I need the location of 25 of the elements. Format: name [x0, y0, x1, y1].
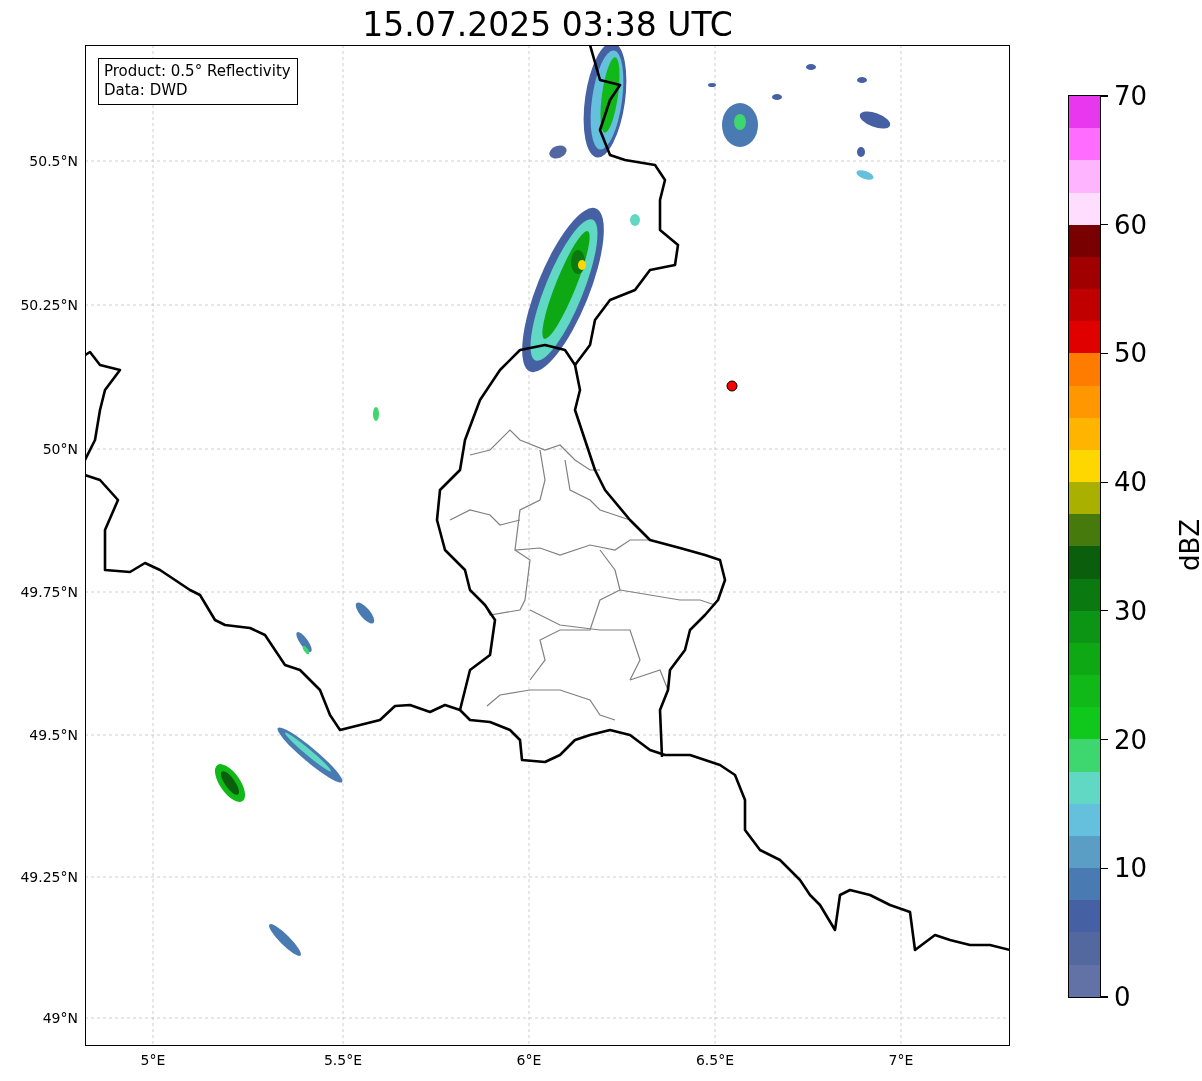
longitude-label: 5.5°E — [323, 1052, 363, 1068]
colorbar-tick-label: 60 — [1114, 209, 1148, 240]
latitude-label: 49.25°N — [20, 869, 78, 885]
longitude-label: 6°E — [516, 1052, 542, 1068]
radar-site-marker — [726, 380, 738, 392]
colorbar-label: dBZ — [1175, 518, 1202, 572]
colorbar-tick-label: 30 — [1114, 595, 1148, 626]
longitude-label: 6.5°E — [695, 1052, 735, 1068]
colorbar-tick-label: 70 — [1114, 81, 1148, 111]
latitude-label: 49.5°N — [29, 727, 78, 743]
latitude-label: 50.5°N — [29, 153, 78, 169]
longitude-label: 7°E — [888, 1052, 914, 1068]
longitude-label: 5°E — [140, 1052, 166, 1068]
colorbar-tick-label: 10 — [1114, 853, 1148, 884]
latitude-label: 49.75°N — [20, 584, 78, 600]
latitude-label: 49°N — [42, 1010, 78, 1026]
legend-text: Product: 0.5° Reflectivity — [104, 62, 291, 81]
colorbar-tick-label: 40 — [1114, 467, 1148, 498]
legend-text: Data: DWD — [104, 81, 189, 100]
colorbar-tick-label: 20 — [1114, 724, 1148, 755]
chart-title: 15.07.2025 03:38 UTC — [362, 4, 733, 46]
latitude-label: 50°N — [42, 441, 78, 457]
latitude-label: 50.25°N — [20, 297, 78, 313]
colorbar-tick-label: 0 — [1114, 982, 1131, 1012]
colorbar-tick-label: 50 — [1114, 338, 1148, 369]
